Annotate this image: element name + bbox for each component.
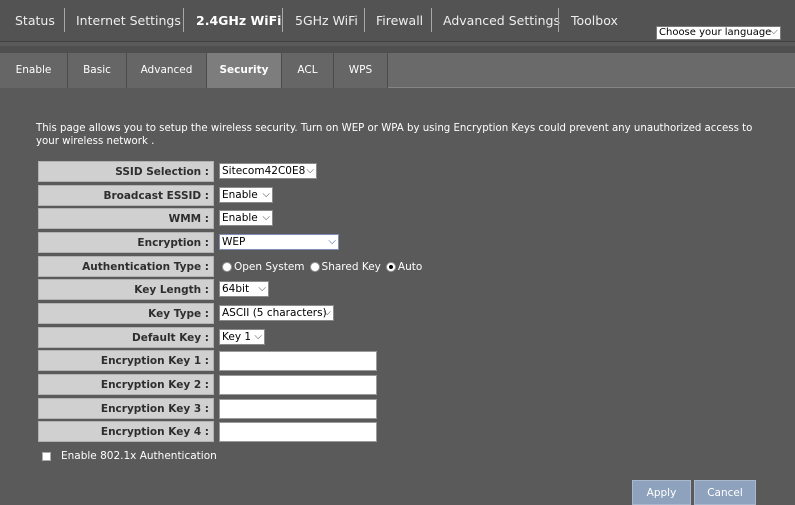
radio-open-system[interactable] [222,262,232,272]
key-length-value: 64bit [222,283,250,295]
nav-separator [558,8,559,32]
encryption-key-2-label: Encryption Key 2 : [38,374,214,395]
nav-separator [183,8,184,32]
key-type-select[interactable]: ASCII (5 characters) ⌵ [219,305,334,321]
encryption-key-3-label: Encryption Key 3 : [38,398,214,419]
default-key-value: Key 1 [222,331,252,343]
radio-shared-key[interactable] [309,262,320,272]
nav-separator [364,8,365,32]
nav-status[interactable]: Status [15,6,55,36]
tab-enable[interactable]: Enable [0,53,68,88]
sub-tabs: Enable Basic Advanced Security ACL WPS [0,46,795,88]
broadcast-essid-label: Broadcast ESSID : [38,185,214,206]
encryption-key-1-label: Encryption Key 1 : [38,350,214,371]
nav-5ghz-wifi[interactable]: 5GHz WiFi [295,6,358,36]
nav-separator [431,8,432,32]
encryption-select[interactable]: WEP ⌵ [219,234,339,250]
radio-open-system-label: Open System [234,261,305,273]
top-navigation: Status Internet Settings 2.4GHz WiFi 5GH… [0,0,795,42]
encryption-key-4-input[interactable] [219,422,377,442]
cancel-button[interactable]: Cancel [694,480,756,505]
nav-separator [282,8,283,32]
key-type-value: ASCII (5 characters) [222,307,327,319]
nav-advanced-settings[interactable]: Advanced Settings [443,6,560,36]
wmm-value: Enable [222,212,258,224]
tab-band [0,46,795,53]
key-length-label: Key Length : [38,279,214,300]
radio-auto-label: Auto [397,261,423,273]
language-select-value: Choose your language [659,27,772,38]
chevron-down-icon: ⌵ [769,26,778,37]
chevron-down-icon: ⌵ [262,189,270,200]
radio-shared-key-label: Shared Key [321,261,381,273]
apply-button[interactable]: Apply [632,480,691,505]
nav-24ghz-wifi[interactable]: 2.4GHz WiFi [196,6,281,36]
tab-basic[interactable]: Basic [68,53,127,88]
ssid-selection-select[interactable]: Sitecom42C0E8 ⌵ [219,163,317,179]
tab-acl[interactable]: ACL [282,53,334,88]
authentication-type-radios: Open System Shared Key Auto [222,259,427,275]
chevron-down-icon: ⌵ [323,307,331,318]
broadcast-essid-value: Enable [222,189,258,201]
nav-internet-settings[interactable]: Internet Settings [76,6,181,36]
broadcast-essid-select[interactable]: Enable ⌵ [219,187,273,203]
encryption-key-1-input[interactable] [219,351,377,371]
ssid-selection-value: Sitecom42C0E8 [222,165,306,177]
chevron-down-icon: ⌵ [306,165,314,176]
default-key-label: Default Key : [38,327,214,348]
encryption-key-2-input[interactable] [219,375,377,395]
encryption-key-3-input[interactable] [219,399,377,419]
encryption-key-4-label: Encryption Key 4 : [38,421,214,442]
encryption-label: Encryption : [38,232,214,253]
chevron-down-icon: ⌵ [258,283,266,294]
enable-8021x-label: Enable 802.1x Authentication [61,450,217,462]
wmm-label: WMM : [38,208,214,229]
page-description: This page allows you to setup the wirele… [36,123,753,147]
encryption-value: WEP [222,236,246,248]
radio-auto[interactable] [385,262,396,272]
chevron-down-icon: ⌵ [262,212,270,223]
authentication-type-label: Authentication Type : [38,256,214,277]
tab-security[interactable]: Security [207,53,282,88]
nav-firewall[interactable]: Firewall [376,6,423,36]
default-key-select[interactable]: Key 1 ⌵ [219,329,265,345]
chevron-down-icon: ⌵ [254,331,262,342]
nav-separator [64,8,65,32]
language-select[interactable]: Choose your language ⌵ [656,26,781,40]
enable-8021x-checkbox[interactable] [42,452,51,461]
nav-toolbox[interactable]: Toolbox [571,6,618,36]
tab-wps[interactable]: WPS [334,53,388,88]
key-type-label: Key Type : [38,303,214,324]
key-length-select[interactable]: 64bit ⌵ [219,281,269,297]
tab-advanced[interactable]: Advanced [127,53,207,88]
ssid-selection-label: SSID Selection : [38,161,214,182]
chevron-down-icon: ⌵ [328,236,336,247]
wmm-select[interactable]: Enable ⌵ [219,210,273,226]
